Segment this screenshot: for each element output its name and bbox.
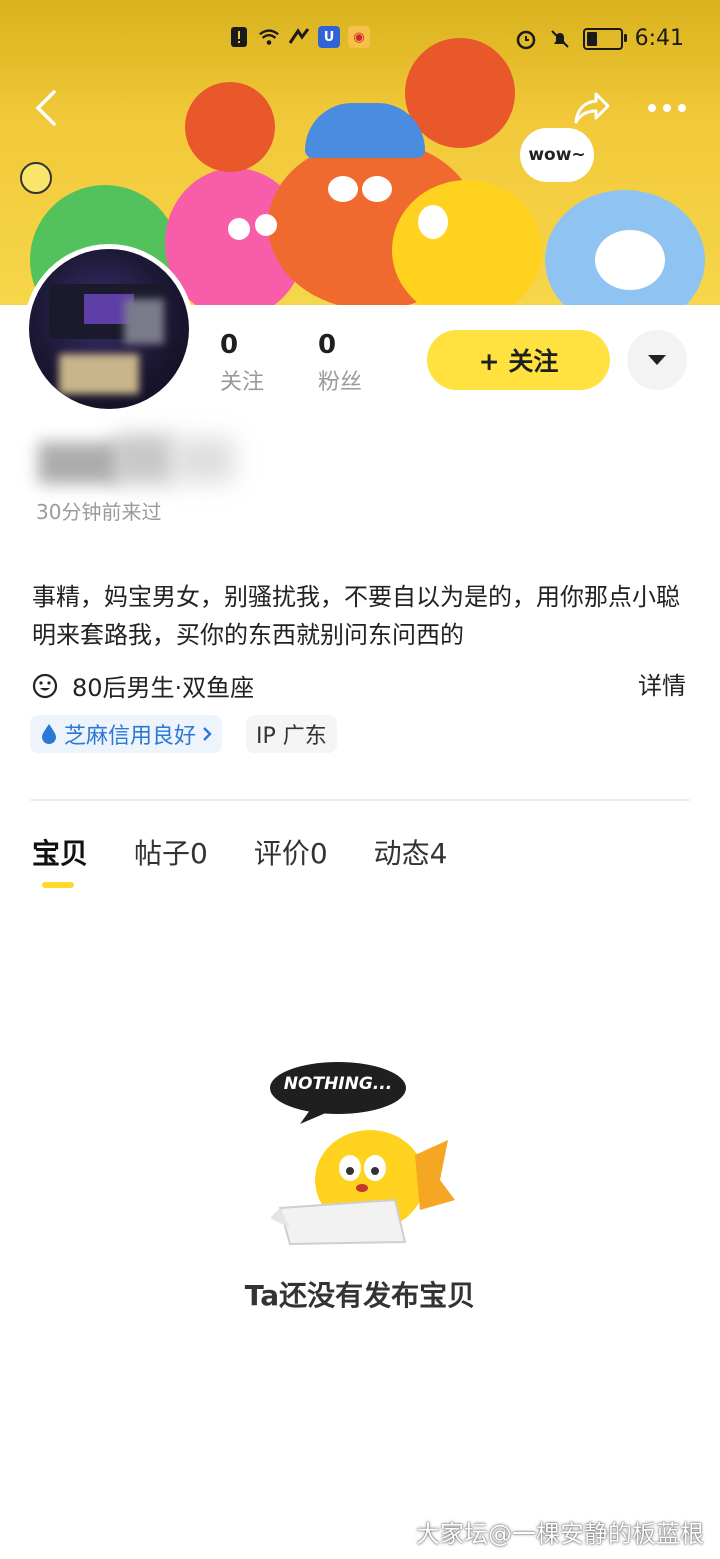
status-time: 6:41 [634,26,684,51]
back-button[interactable] [22,84,70,132]
bio-text: 事精，妈宝男女，别骚扰我，不要自以为是的，用你那点小聪明来套路我，买你的东西就别… [32,583,680,649]
crab-claw-left [185,82,275,172]
following-label: 关注 [220,370,265,395]
follow-button[interactable]: + 关注 [427,330,610,390]
dropdown-button[interactable] [627,330,687,390]
profile-info-row: 80后男生·双鱼座 [32,668,254,703]
watermark-text: 大家坛@一棵安静的板蓝根 [416,1520,704,1548]
nickname [34,428,244,494]
following-stat[interactable]: 0 关注 [220,330,264,396]
yellow-fish-mascot [392,180,542,305]
tab-activity[interactable]: 动态4 [374,832,448,872]
battery-icon [582,27,627,50]
more-dots-icon [648,104,686,112]
profile-tabs: 宝贝 帖子0 评价0 动态4 [32,832,494,872]
wifi-icon [258,26,280,48]
credit-tag[interactable]: 芝麻信用良好 [30,715,223,753]
nothing-sign-text: NOTHING... [283,1074,393,1094]
mascot-eye [362,176,392,202]
share-button[interactable] [568,84,616,132]
lightbulb-icon [20,162,52,194]
following-count: 0 [220,330,239,360]
tab-reviews[interactable]: 评价0 [254,832,328,872]
details-link[interactable]: 详情 [638,666,686,701]
status-bar: U ◉ 6:41 [0,20,720,60]
empty-state-illustration: NOTHING... [270,1060,470,1250]
tab-posts[interactable]: 帖子0 [134,832,208,872]
more-button[interactable] [643,84,691,132]
ip-tag: IP 广东 [246,715,337,753]
speech-bubble: wow~ [520,128,594,182]
share-icon [574,92,610,124]
follow-button-label: + 关注 [478,347,559,376]
mascot-eye [255,214,277,236]
section-divider [30,799,690,801]
alarm-icon [515,28,537,50]
mascot-eye [228,218,250,240]
chevron-down-icon [648,355,666,365]
tab-items[interactable]: 宝贝 [32,832,88,872]
blue-cap [305,103,425,158]
ip-tag-label: IP 广东 [256,724,327,749]
followers-count: 0 [318,330,337,360]
chevron-right-icon [203,727,212,741]
smiley-icon [32,673,58,698]
mascot-face [595,230,665,290]
signal-icon [288,26,310,48]
credit-tag-label: 芝麻信用良好 [64,724,197,749]
nickname-blur [34,428,244,494]
back-arrow-icon [35,90,56,126]
mute-icon [549,28,571,50]
alert-icon [228,26,250,48]
mascot-eye [418,205,448,239]
avatar[interactable] [24,244,194,414]
weibo-icon: ◉ [348,26,370,48]
app-icon-blue: U [318,26,340,48]
active-tab-indicator [42,882,74,888]
empty-state-message: Ta还没有发布宝贝 [244,1279,476,1312]
drop-icon [42,724,56,744]
last-seen-text: 30分钟前来过 [36,500,162,524]
profile-tags-line: 80后男生·双鱼座 [72,674,255,702]
bubble-text: wow~ [528,145,586,165]
mascot-eye [328,176,358,202]
followers-stat[interactable]: 0 粉丝 [318,330,362,396]
avatar-image [29,249,189,409]
followers-label: 粉丝 [318,370,363,395]
